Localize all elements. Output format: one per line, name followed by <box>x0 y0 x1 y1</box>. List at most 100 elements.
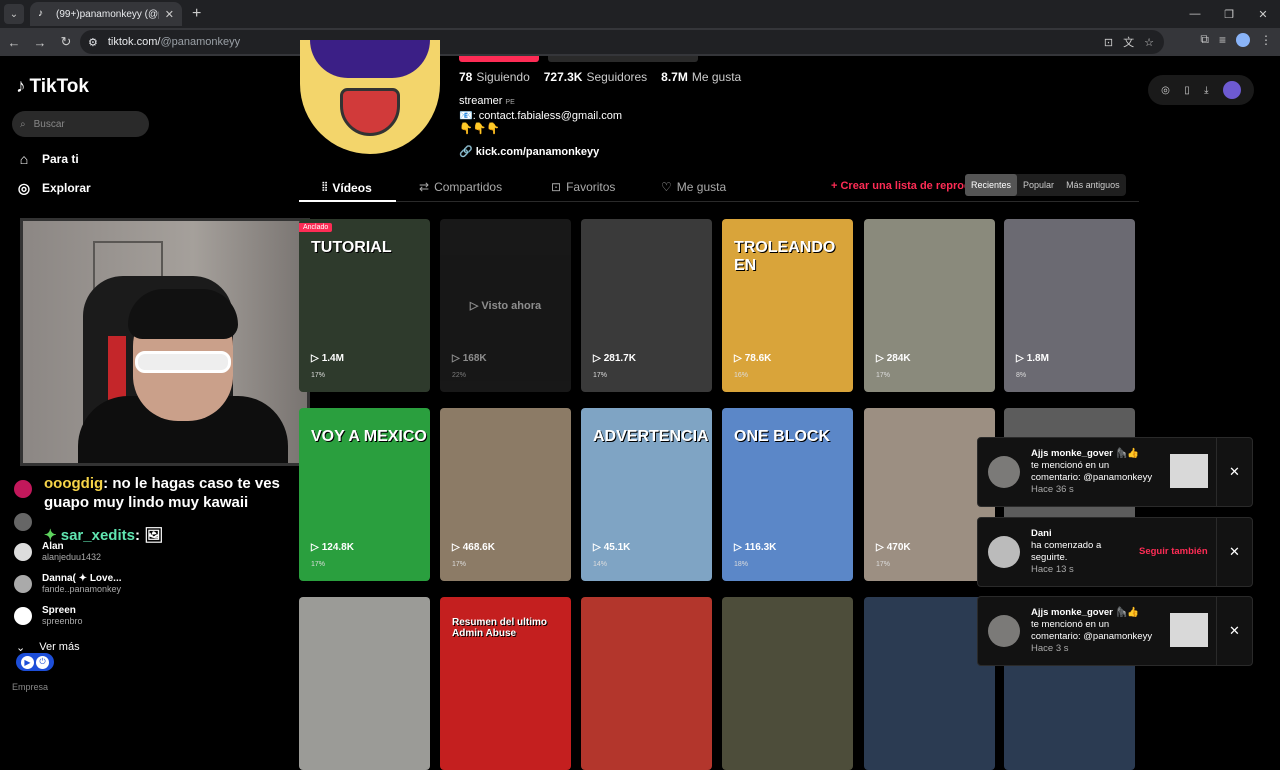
tiktok-logo[interactable]: ♪ TikTok <box>16 76 89 98</box>
bio-emoji: 👇👇👇 <box>459 123 501 135</box>
menu-icon[interactable]: ⋮ <box>1260 33 1272 47</box>
video-card[interactable]: ▷ 470K 17% <box>864 408 995 581</box>
play-icon: ▷ <box>593 353 601 364</box>
tab-videos[interactable]: ⦙⦙ Vídeos <box>322 180 372 195</box>
video-card[interactable]: ▷ 281.7K 17% <box>581 219 712 392</box>
tiktok-note-icon: ♪ <box>16 76 26 97</box>
pinned-badge: Anclado <box>299 223 333 232</box>
forward-icon[interactable]: → <box>28 30 52 54</box>
video-card[interactable]: Anclado TUTORIAL ▷ 1.4M 17% <box>299 219 430 392</box>
view-count: ▷ 168K <box>452 353 487 364</box>
close-tab-icon[interactable]: ✕ <box>165 8 174 21</box>
site-info-icon[interactable]: ⚙ <box>88 36 98 49</box>
play-icon: ▷ <box>311 542 319 553</box>
watch-percent: 16% <box>734 372 749 379</box>
watched-now-label: ▷ Visto ahora <box>469 300 542 312</box>
profile-action-buttons[interactable] <box>548 56 698 62</box>
play-icon: ▷ <box>1016 353 1024 364</box>
tab-search-icon[interactable]: ⌄ <box>4 4 24 24</box>
profile-avatar[interactable] <box>1236 32 1250 47</box>
close-icon[interactable]: ✕ <box>1216 438 1252 506</box>
restore-icon[interactable]: ❐ <box>1212 0 1246 28</box>
video-card[interactable] <box>864 597 995 770</box>
watch-percent: 17% <box>876 561 891 568</box>
address-bar-row: ← → ↻ ⚙ tiktok.com/@panamonkeyy ⊡ 文 ☆ ⧉ … <box>0 28 1280 56</box>
view-count: ▷ 1.4M <box>311 353 344 364</box>
notification-card[interactable]: Ajjs monke_gover 🦍👍 te mencionó en un com… <box>977 596 1253 666</box>
video-card[interactable]: VOY A MEXICO ▷ 124.8K 17% <box>299 408 430 581</box>
video-card[interactable] <box>299 597 430 770</box>
tiktok-favicon-icon: ♪ <box>38 8 43 19</box>
follow-back-button[interactable]: Seguir también <box>1139 546 1208 557</box>
video-thumbnail-text: ONE BLOCK <box>734 428 830 445</box>
view-count: ▷ 116.3K <box>734 542 777 553</box>
active-tab-underline <box>299 200 396 202</box>
close-icon[interactable]: ✕ <box>1216 597 1252 665</box>
new-tab-icon[interactable]: + <box>192 5 201 23</box>
footer-empresa[interactable]: Empresa <box>12 682 48 692</box>
sort-recientes[interactable]: Recientes <box>965 174 1018 196</box>
bookmark-star-icon[interactable]: ☆ <box>1144 36 1154 49</box>
bio-link[interactable]: 🔗 kick.com/panamonkeyy <box>459 145 599 158</box>
search-placeholder: Buscar <box>33 118 65 130</box>
minimize-icon[interactable]: — <box>1178 0 1212 28</box>
back-icon[interactable]: ← <box>2 30 26 54</box>
sort-antiguos[interactable]: Más antiguos <box>1060 174 1126 196</box>
tab-shared[interactable]: ⇄ Compartidos <box>419 180 502 194</box>
following-stat[interactable]: 78 Siguiendo <box>459 70 530 84</box>
nav-explorar[interactable]: ◎ Explorar <box>16 180 91 196</box>
video-card[interactable] <box>722 597 853 770</box>
following-item[interactable] <box>14 480 32 498</box>
video-card[interactable]: ▷ 284K 17% <box>864 219 995 392</box>
avatar <box>988 536 1020 568</box>
download-icon[interactable]: ⤓ <box>1204 85 1208 96</box>
play-icon: ▷ <box>452 542 460 553</box>
video-card[interactable]: ONE BLOCK ▷ 116.3K 18% <box>722 408 853 581</box>
extensions-icon[interactable]: ⧉ <box>1200 32 1209 47</box>
user-avatar[interactable] <box>1222 81 1241 99</box>
tab-title: (99+)panamonkeyy (@panamonkeyy) <box>56 8 159 20</box>
browser-tab[interactable]: ♪ (99+)panamonkeyy (@panamonkeyy) ✕ <box>30 2 182 26</box>
coins-icon[interactable]: ◎ <box>1161 85 1170 96</box>
likes-stat: 8.7M Me gusta <box>661 70 742 84</box>
watch-percent: 22% <box>452 372 467 379</box>
video-card[interactable]: ADVERTENCIA ▷ 45.1K 14% <box>581 408 712 581</box>
edit-profile-button[interactable] <box>459 56 539 62</box>
close-icon[interactable]: ✕ <box>1216 518 1252 586</box>
video-thumbnail-text: VOY A MEXICO <box>311 428 427 445</box>
following-item-spreen[interactable]: Spreen spreenbro <box>14 605 83 626</box>
following-item-danna[interactable]: Danna( ✦ Love... fande..panamonkey <box>14 573 122 594</box>
play-icon: ▷ <box>593 542 601 553</box>
media-icon[interactable]: ≡ <box>1219 33 1226 47</box>
notification-thumbnail <box>1170 613 1208 647</box>
search-icon: ⌕ <box>20 118 26 130</box>
tab-liked[interactable]: ♡ Me gusta <box>661 180 726 194</box>
url-input[interactable]: ⚙ tiktok.com/@panamonkeyy ⊡ 文 ☆ <box>80 30 1164 54</box>
view-count: ▷ 281.7K <box>593 353 636 364</box>
video-card[interactable]: ▷ 1.8M 8% <box>1004 219 1135 392</box>
install-icon[interactable]: ⊡ <box>1104 36 1113 49</box>
close-window-icon[interactable]: ✕ <box>1246 0 1280 28</box>
device-icon[interactable]: ▯ <box>1184 85 1190 96</box>
reload-icon[interactable]: ↻ <box>54 30 78 54</box>
power-icon: ⏻ <box>36 655 49 669</box>
home-icon: ⌂ <box>19 151 29 167</box>
notification-card[interactable]: Ajjs monke_gover 🦍👍 te mencionó en un com… <box>977 437 1253 507</box>
following-item[interactable] <box>14 513 32 531</box>
profile-avatar[interactable] <box>300 40 440 154</box>
sort-popular[interactable]: Popular <box>1017 174 1060 196</box>
video-card[interactable]: Resumen del ultimo Admin Abuse <box>440 597 571 770</box>
extension-toggle[interactable]: ▶ ⏻ <box>16 653 54 671</box>
notification-card[interactable]: Dani ha comenzado a seguirte. Hace 13 s Se… <box>977 517 1253 587</box>
video-card[interactable]: ▷ Visto ahora ▷ 168K 22% <box>440 219 571 392</box>
nav-para-ti[interactable]: ⌂ Para ti <box>16 151 79 167</box>
search-input[interactable]: ⌕ Buscar <box>12 111 149 137</box>
followers-stat[interactable]: 727.3K Seguidores <box>544 70 647 84</box>
tab-favorites[interactable]: ⊡ Favoritos <box>551 180 615 194</box>
video-thumbnail-text: Resumen del ultimo Admin Abuse <box>452 617 548 639</box>
video-card[interactable] <box>581 597 712 770</box>
bio-line: streamer PE <box>459 95 515 107</box>
video-card[interactable]: TROLEANDO EN ▷ 78.6K 16% <box>722 219 853 392</box>
video-card[interactable]: ▷ 468.6K 17% <box>440 408 571 581</box>
translate-icon[interactable]: 文 <box>1123 34 1134 50</box>
